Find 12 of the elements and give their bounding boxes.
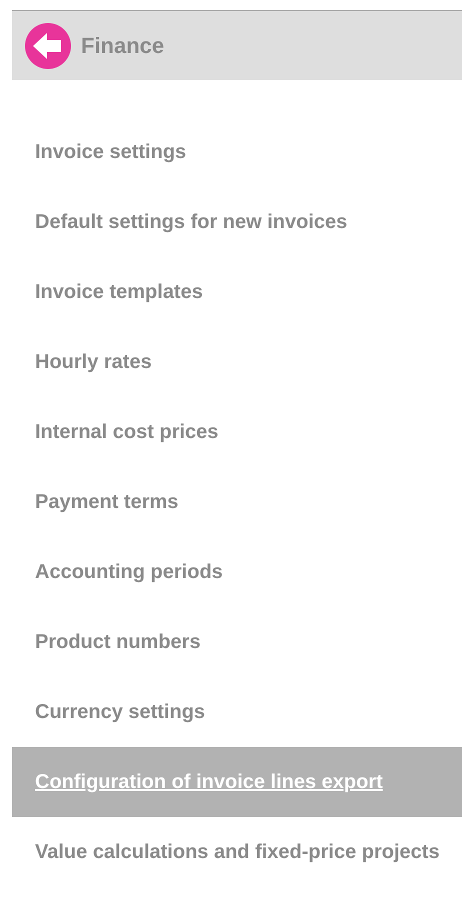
menu-item[interactable]: Invoice templates — [12, 257, 462, 327]
menu-item[interactable]: Payment terms — [12, 467, 462, 537]
menu-item[interactable]: Accounting periods — [12, 537, 462, 607]
menu-item[interactable]: Product numbers — [12, 607, 462, 677]
menu-item[interactable]: Hourly rates — [12, 327, 462, 397]
menu-item[interactable]: Currency settings — [12, 677, 462, 747]
menu-item[interactable]: Invoice settings — [12, 117, 462, 187]
menu-item[interactable]: Internal cost prices — [12, 397, 462, 467]
header-title: Finance — [81, 32, 164, 58]
menu-item[interactable]: Value calculations and fixed-price projects — [12, 817, 462, 887]
menu-item[interactable]: Default settings for new invoices — [12, 187, 462, 257]
menu-item[interactable]: Configuration of invoice lines export — [12, 747, 462, 817]
